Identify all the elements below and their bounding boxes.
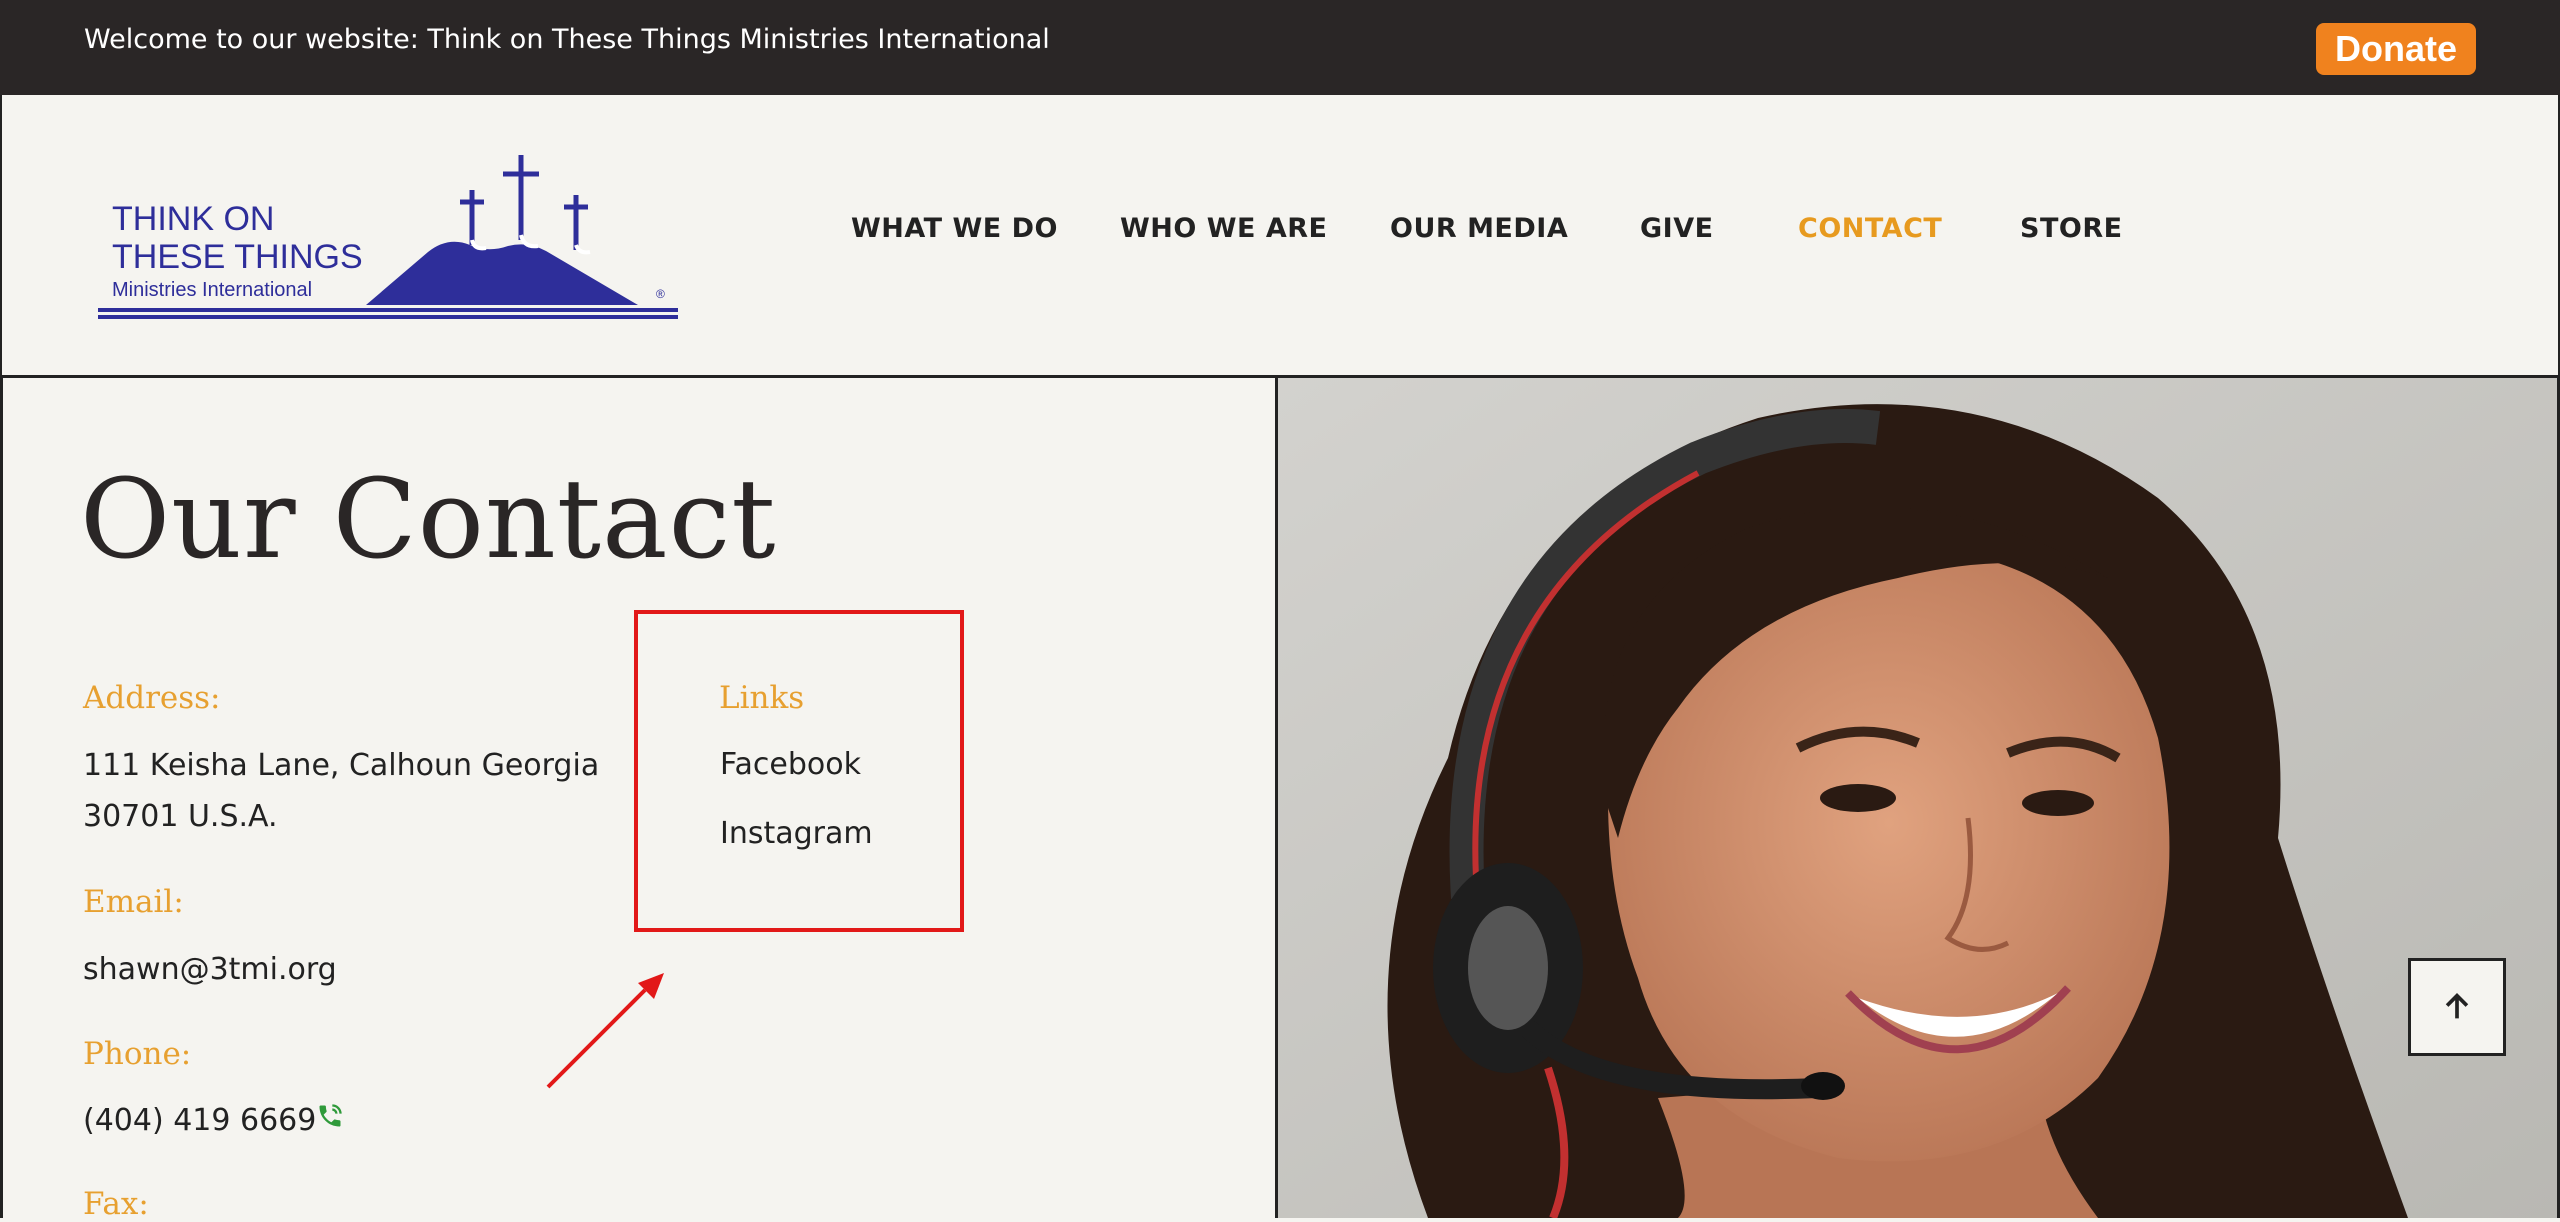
phone-link[interactable]: (404) 419 6669 xyxy=(83,1095,316,1146)
email-link[interactable]: shawn@3tmi.org xyxy=(83,944,337,995)
fax-label: Fax: xyxy=(83,1186,149,1222)
scroll-to-top-button[interactable] xyxy=(2408,958,2506,1056)
logo-underline-1 xyxy=(98,308,678,312)
page-title: Our Contact xyxy=(80,455,777,583)
main-nav: WHAT WE DO WHO WE ARE OUR MEDIA GIVE CON… xyxy=(0,213,2560,253)
support-agent-photo xyxy=(1278,378,2557,1218)
donate-button[interactable]: Donate xyxy=(2316,23,2476,75)
address-line1: 111 Keisha Lane, Calhoun Georgia xyxy=(83,748,600,783)
arrow-up-icon xyxy=(2445,993,2469,1019)
nav-our-media[interactable]: OUR MEDIA xyxy=(1390,213,1568,244)
nav-what-we-do[interactable]: WHAT WE DO xyxy=(851,213,1058,244)
logo-underline-2 xyxy=(98,315,678,319)
annotation-arrow-icon xyxy=(546,973,664,1089)
nav-store[interactable]: STORE xyxy=(2020,213,2123,244)
address-line2: 30701 U.S.A. xyxy=(83,799,278,834)
nav-contact[interactable]: CONTACT xyxy=(1798,213,1942,244)
welcome-text: Welcome to our website: Think on These T… xyxy=(84,24,1050,55)
logo-registered-mark: ® xyxy=(656,287,665,301)
left-border xyxy=(0,378,3,1218)
address-label: Address: xyxy=(83,680,221,716)
email-label: Email: xyxy=(83,884,184,920)
nav-who-we-are[interactable]: WHO WE ARE xyxy=(1120,213,1328,244)
top-bar: Welcome to our website: Think on These T… xyxy=(0,0,2560,95)
logo-line3: Ministries International xyxy=(112,279,312,301)
highlight-box xyxy=(634,610,964,932)
phone-icon[interactable] xyxy=(316,1102,344,1130)
phone-label: Phone: xyxy=(83,1036,192,1072)
nav-give[interactable]: GIVE xyxy=(1640,213,1714,244)
